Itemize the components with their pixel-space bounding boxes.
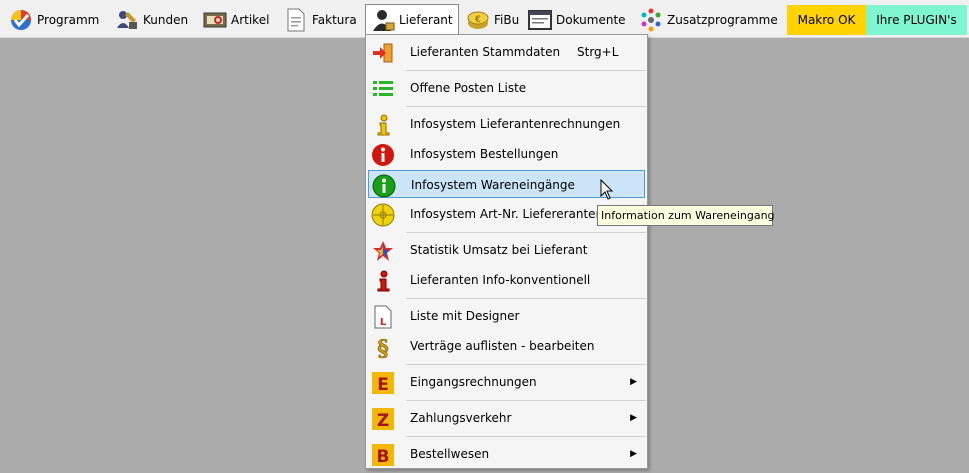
menu-item-label: Liste mit Designer: [410, 309, 520, 323]
menu-separator: [406, 400, 646, 401]
menu-programm[interactable]: Programm: [9, 4, 104, 35]
menu-fibu[interactable]: € FiBu: [466, 4, 521, 35]
menu-label: Programm: [37, 12, 100, 27]
letter-z-icon: Z: [372, 408, 394, 431]
menu-label: Ihre PLUGIN's: [876, 13, 957, 27]
menu-label: Dokumente: [556, 12, 626, 27]
svg-text:§: §: [377, 336, 389, 359]
menu-kunden[interactable]: Kunden: [115, 4, 195, 35]
menu-item-vertraege-auflisten[interactable]: § Verträge auflisten - bearbeiten: [368, 332, 645, 360]
menu-item-infosystem-bestellungen[interactable]: Infosystem Bestellungen: [368, 140, 645, 168]
menu-label: FiBu: [494, 12, 520, 27]
menu-item-zahlungsverkehr[interactable]: Z Zahlungsverkehr ▶: [368, 404, 645, 433]
menu-separator: [406, 232, 646, 233]
menu-separator: [406, 364, 646, 365]
tooltip: Information zum Wareneingang: [597, 205, 775, 226]
red-info-icon: [372, 144, 394, 166]
menu-item-label: Verträge auflisten - bearbeiten: [410, 339, 595, 353]
colorful-dots-icon: [641, 8, 661, 31]
documents-screen-icon: [528, 9, 552, 30]
menu-item-label: Lieferanten Stammdaten: [410, 45, 561, 59]
svg-text:B: B: [377, 447, 390, 467]
svg-text:€: €: [475, 15, 481, 25]
menu-label: Lieferant: [399, 12, 453, 27]
menu-separator: [406, 106, 646, 107]
lieferant-dropdown-menu: Lieferanten Stammdaten Strg+L Offene Pos…: [365, 34, 648, 469]
supplier-person-icon: [373, 9, 395, 31]
svg-text:L: L: [380, 317, 387, 328]
plugins-button[interactable]: Ihre PLUGIN's: [866, 5, 967, 35]
menu-separator: [406, 436, 646, 437]
menu-artikel[interactable]: Artikel: [203, 4, 273, 35]
article-box-icon: [203, 12, 227, 27]
menu-label: Kunden: [143, 12, 189, 27]
menu-item-label: Infosystem Bestellungen: [410, 147, 559, 161]
colorful-checkmark-icon: [11, 9, 31, 30]
menu-separator: [406, 298, 646, 299]
submenu-arrow-icon: ▶: [630, 449, 637, 459]
menu-item-label: Infosystem Art-Nr. Liefereranten: [410, 207, 604, 221]
menu-item-statistik-umsatz[interactable]: Statistik Umsatz bei Lieferant: [368, 236, 645, 264]
menu-item-label: Zahlungsverkehr: [410, 411, 512, 425]
menu-label: Faktura: [312, 12, 357, 27]
menu-item-offene-posten-liste[interactable]: Offene Posten Liste: [368, 74, 645, 102]
arrow-into-door-icon: [373, 43, 393, 63]
shortcut-label: Strg+L: [577, 45, 619, 59]
menu-item-bestellwesen[interactable]: B Bestellwesen ▶: [368, 440, 645, 469]
letter-b-icon: B: [372, 444, 394, 467]
letter-e-icon: E: [372, 372, 394, 395]
svg-text:E: E: [377, 375, 389, 395]
menu-label: Artikel: [231, 12, 270, 27]
menu-item-liste-mit-designer[interactable]: L Liste mit Designer: [368, 302, 645, 330]
menu-item-label: Eingangsrechnungen: [410, 375, 537, 389]
yellow-target-icon: [371, 203, 395, 227]
menu-dokumente[interactable]: Dokumente: [528, 4, 628, 35]
paragraph-sign-icon: §: [377, 336, 389, 359]
green-list-icon: [373, 81, 393, 96]
mouse-cursor-icon: [600, 179, 614, 200]
customers-tools-icon: [117, 10, 137, 29]
yellow-info-icon: [377, 114, 390, 136]
menu-lieferant[interactable]: Lieferant: [365, 4, 459, 35]
red-info-icon: [377, 270, 390, 292]
menu-item-label: Lieferanten Info-konventionell: [410, 273, 591, 287]
menu-item-label: Infosystem Lieferantenrechnungen: [410, 117, 621, 131]
makro-ok-button[interactable]: Makro OK: [787, 5, 866, 35]
menu-item-label: Offene Posten Liste: [410, 81, 527, 95]
menu-faktura[interactable]: Faktura: [284, 4, 359, 35]
menu-item-label: Statistik Umsatz bei Lieferant: [410, 243, 588, 257]
menu-bar: Programm Kunden Artikel Faktura Lieferan…: [0, 0, 969, 38]
svg-text:Z: Z: [377, 411, 389, 431]
menu-item-lieferanten-stammdaten[interactable]: Lieferanten Stammdaten Strg+L: [368, 38, 645, 66]
menu-label: Makro OK: [797, 13, 856, 27]
star-chart-icon: [373, 241, 393, 261]
menu-item-infosystem-lieferantenrechnungen[interactable]: Infosystem Lieferantenrechnungen: [368, 110, 645, 138]
menu-item-lieferanten-info[interactable]: Lieferanten Info-konventionell: [368, 266, 645, 294]
menu-separator: [406, 70, 646, 71]
invoice-document-icon: [287, 8, 305, 31]
euro-coin-icon: €: [467, 11, 489, 29]
document-l-icon: L: [374, 305, 392, 329]
green-info-icon: [372, 174, 396, 198]
menu-item-label: Bestellwesen: [410, 447, 490, 461]
submenu-arrow-icon: ▶: [630, 413, 637, 423]
submenu-arrow-icon: ▶: [630, 377, 637, 387]
menu-zusatzprogramme[interactable]: Zusatzprogramme: [639, 4, 779, 35]
menu-item-eingangsrechnungen[interactable]: E Eingangsrechnungen ▶: [368, 368, 645, 397]
menu-label: Zusatzprogramme: [667, 12, 778, 27]
menu-item-label: Infosystem Wareneingänge: [411, 178, 575, 192]
